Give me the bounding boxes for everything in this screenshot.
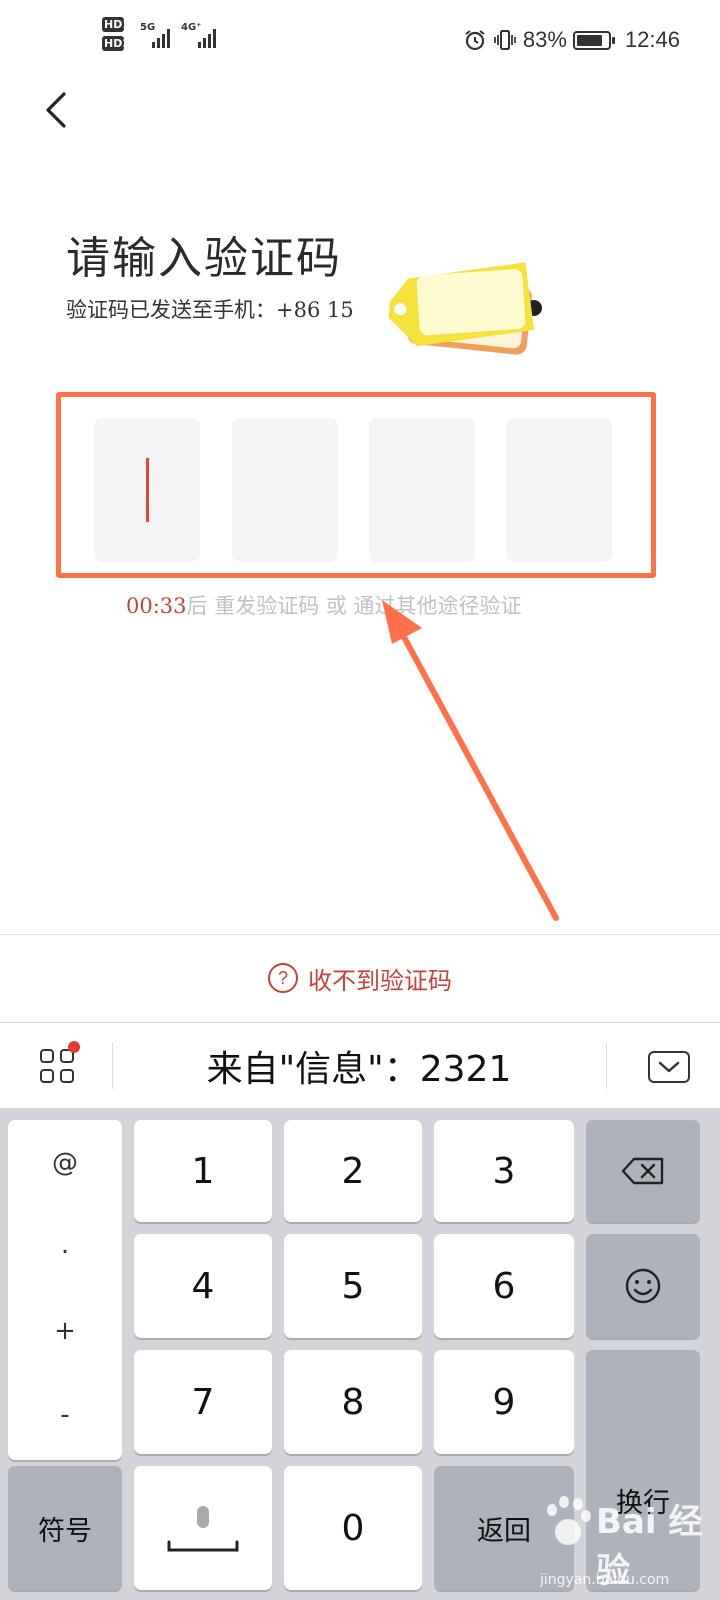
key-9[interactable]: 9 (434, 1350, 574, 1454)
tag-sticker-icon (388, 262, 542, 355)
suggestion-bar: 来自"信息"：2321 (0, 1022, 720, 1108)
key-minus[interactable]: - (8, 1400, 122, 1430)
key-8[interactable]: 8 (284, 1350, 422, 1454)
backspace-key[interactable] (586, 1120, 700, 1222)
chevron-down-icon (658, 1061, 680, 1073)
vibrate-icon (493, 30, 516, 50)
hide-keyboard-button[interactable] (648, 1051, 690, 1083)
backspace-icon (621, 1157, 664, 1185)
clock: 12:46 (624, 27, 680, 52)
hd-indicator: HD1 HD2 (102, 17, 134, 55)
hd1-badge: HD1 (102, 17, 130, 32)
chevron-left-icon (46, 92, 66, 128)
notification-dot (68, 1041, 80, 1053)
key-0[interactable]: 0 (284, 1466, 422, 1590)
divider (606, 1043, 607, 1089)
key-4[interactable]: 4 (134, 1234, 272, 1338)
hd2-badge: HD2 (102, 36, 130, 51)
page-title: 请输入验证码 (66, 233, 342, 284)
signal-icon (152, 26, 174, 48)
key-plus[interactable]: + (8, 1316, 122, 1346)
annotation-arrow (382, 600, 559, 921)
alarm-icon (465, 30, 485, 51)
text-caret (146, 458, 149, 522)
back-button[interactable] (40, 88, 80, 132)
key-at[interactable]: @ (8, 1148, 122, 1178)
battery-percent: 83% (522, 27, 567, 52)
key-5[interactable]: 5 (284, 1234, 422, 1338)
signal-icon (198, 26, 220, 48)
sms-code-suggestion[interactable]: 来自"信息"：2321 (112, 1023, 606, 1109)
smiley-icon (625, 1268, 661, 1304)
symbol-column: @ . + - (8, 1120, 122, 1460)
apps-grid-icon[interactable] (40, 1049, 76, 1085)
phone-sent-text: 验证码已发送至手机：+86 15 (66, 298, 354, 322)
key-2[interactable]: 2 (284, 1120, 422, 1222)
key-3[interactable]: 3 (434, 1120, 574, 1222)
cant-receive-label: 收不到验证码 (308, 966, 452, 995)
key-1[interactable]: 1 (134, 1120, 272, 1222)
symbols-key[interactable]: 符号 (8, 1466, 122, 1590)
key-6[interactable]: 6 (434, 1234, 574, 1338)
microphone-icon (167, 1506, 239, 1552)
code-digit-box-2[interactable] (232, 418, 338, 562)
status-bar: HD1 HD2 5G 4G⁺ 83% 12:46 (0, 0, 720, 80)
cant-receive-code-link[interactable]: ? 收不到验证码 (0, 935, 720, 1021)
code-digit-box-4[interactable] (506, 418, 612, 562)
voice-key[interactable] (134, 1466, 272, 1590)
code-digit-box-3[interactable] (369, 418, 475, 562)
key-dot[interactable]: . (8, 1230, 122, 1260)
emoji-key[interactable] (586, 1234, 700, 1338)
countdown-timer: 00:33 (126, 594, 187, 618)
watermark-url: jingyan.baidu.com (540, 1572, 670, 1588)
battery-icon (572, 30, 615, 50)
key-7[interactable]: 7 (134, 1350, 272, 1454)
question-icon: ? (268, 963, 298, 993)
